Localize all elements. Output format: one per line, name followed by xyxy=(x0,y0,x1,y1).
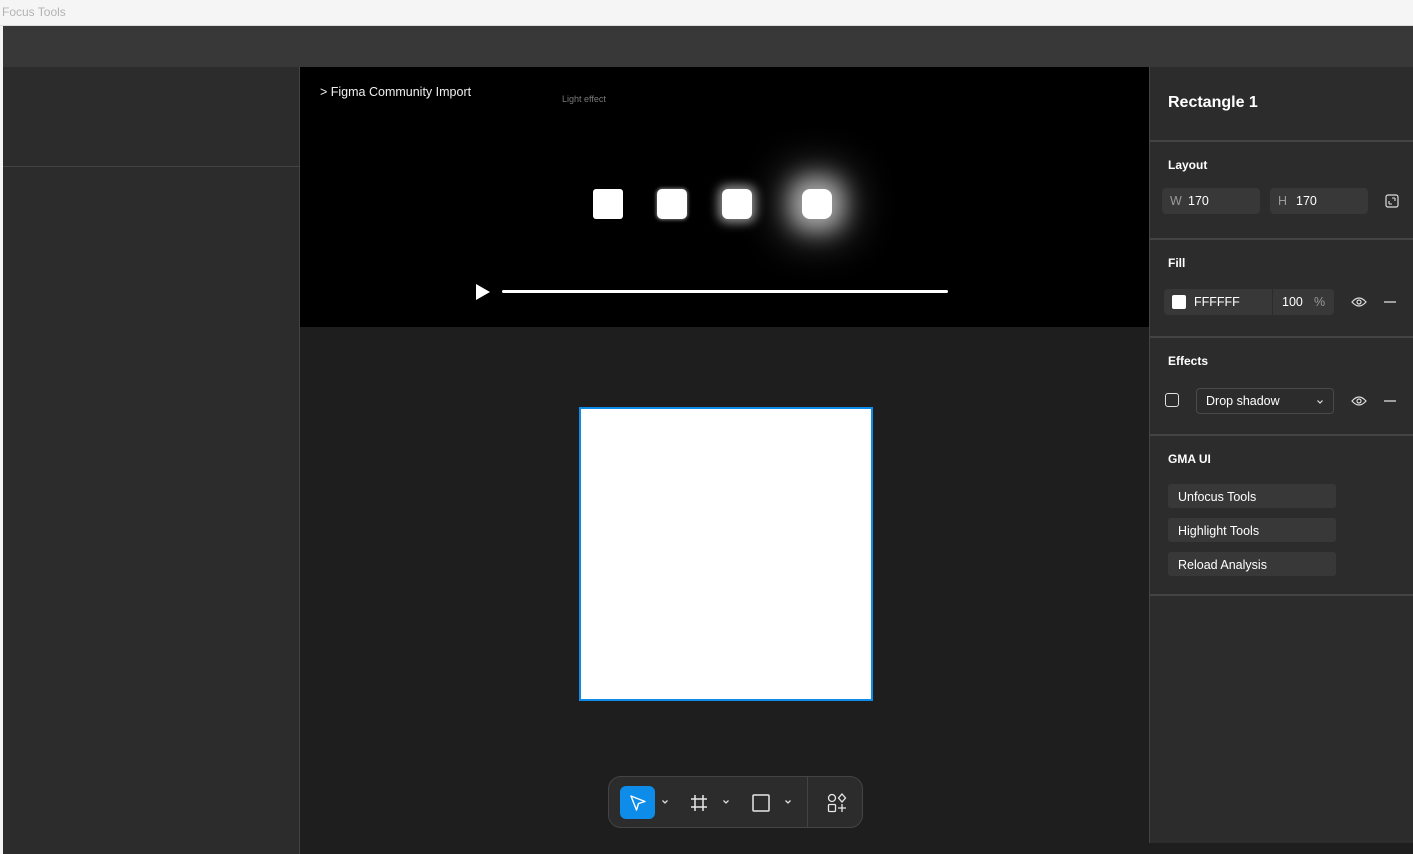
fill-swatch[interactable] xyxy=(1172,295,1186,309)
section-divider xyxy=(1150,594,1413,596)
light-effect-square-4 xyxy=(802,189,832,219)
effect-type-value: Drop shadow xyxy=(1206,394,1280,408)
video-player[interactable]: > Figma Community Import Light effect xyxy=(300,67,1149,327)
light-effect-square-2 xyxy=(657,189,687,219)
layers-panel xyxy=(3,67,300,854)
chevron-down-icon[interactable] xyxy=(721,795,731,809)
actions-icon xyxy=(827,793,847,813)
light-effect-square-3 xyxy=(722,189,752,219)
fill-opacity-unit: % xyxy=(1314,295,1326,309)
chevron-down-icon[interactable] xyxy=(783,795,793,809)
highlight-tools-button[interactable]: Highlight Tools xyxy=(1168,518,1336,542)
play-icon[interactable] xyxy=(475,283,491,301)
chevron-down-icon[interactable] xyxy=(660,795,670,809)
properties-panel: Rectangle 1 Layout W 170 H 170 Fill FFFF… xyxy=(1149,67,1413,843)
eye-icon[interactable] xyxy=(1350,392,1368,410)
toolbar-separator xyxy=(807,777,808,827)
frame-tool-button[interactable] xyxy=(686,790,712,816)
rectangle-tool-button[interactable] xyxy=(748,790,774,816)
section-divider xyxy=(1150,140,1413,142)
section-divider xyxy=(1150,434,1413,436)
unfocus-tools-button[interactable]: Unfocus Tools xyxy=(1168,484,1336,508)
remove-fill-icon[interactable] xyxy=(1381,293,1399,311)
section-divider xyxy=(1150,336,1413,338)
window-titlebar: Focus Tools xyxy=(0,0,1413,26)
selected-rectangle[interactable] xyxy=(579,407,873,701)
height-field[interactable]: H 170 xyxy=(1270,188,1368,214)
width-prefix: W xyxy=(1170,194,1182,208)
fill-hex-value: FFFFFF xyxy=(1194,295,1240,309)
fill-label: Fill xyxy=(1168,256,1186,270)
actions-button[interactable] xyxy=(823,789,851,817)
height-prefix: H xyxy=(1278,194,1288,208)
cursor-icon xyxy=(629,794,646,811)
top-bar xyxy=(3,26,1413,67)
video-progress-bar[interactable] xyxy=(502,290,948,293)
frame-icon xyxy=(691,795,707,811)
light-effect-square-1 xyxy=(593,189,623,219)
resize-to-fit-icon[interactable] xyxy=(1383,192,1401,210)
effect-type-select[interactable]: Drop shadow xyxy=(1196,388,1334,414)
layout-label: Layout xyxy=(1168,158,1208,172)
layers-panel-divider xyxy=(3,166,299,167)
fill-field[interactable]: FFFFFF 100 % xyxy=(1164,289,1334,315)
effect-toggle-checkbox[interactable] xyxy=(1165,393,1179,407)
width-field[interactable]: W 170 xyxy=(1162,188,1260,214)
height-value: 170 xyxy=(1296,194,1317,208)
canvas[interactable]: > Figma Community Import Light effect xyxy=(300,67,1149,854)
rectangle-icon xyxy=(752,794,770,812)
section-divider xyxy=(1150,238,1413,240)
fill-opacity-value: 100 xyxy=(1282,295,1303,309)
plugin-label: GMA UI xyxy=(1168,452,1211,466)
bottom-toolbar xyxy=(608,776,863,828)
remove-effect-icon[interactable] xyxy=(1381,392,1399,410)
fill-field-divider xyxy=(1272,289,1273,315)
reload-analysis-button[interactable]: Reload Analysis xyxy=(1168,552,1336,576)
selection-title: Rectangle 1 xyxy=(1168,94,1258,111)
chevron-down-icon xyxy=(1315,396,1325,411)
window-title: Focus Tools xyxy=(2,5,66,19)
width-value: 170 xyxy=(1188,194,1209,208)
move-tool-button[interactable] xyxy=(620,786,655,819)
effects-label: Effects xyxy=(1168,354,1209,368)
eye-icon[interactable] xyxy=(1350,293,1368,311)
video-caption: Light effect xyxy=(562,94,606,104)
video-breadcrumb: > Figma Community Import xyxy=(320,85,472,99)
figma-app: > Figma Community Import Light effect Re… xyxy=(3,26,1413,854)
